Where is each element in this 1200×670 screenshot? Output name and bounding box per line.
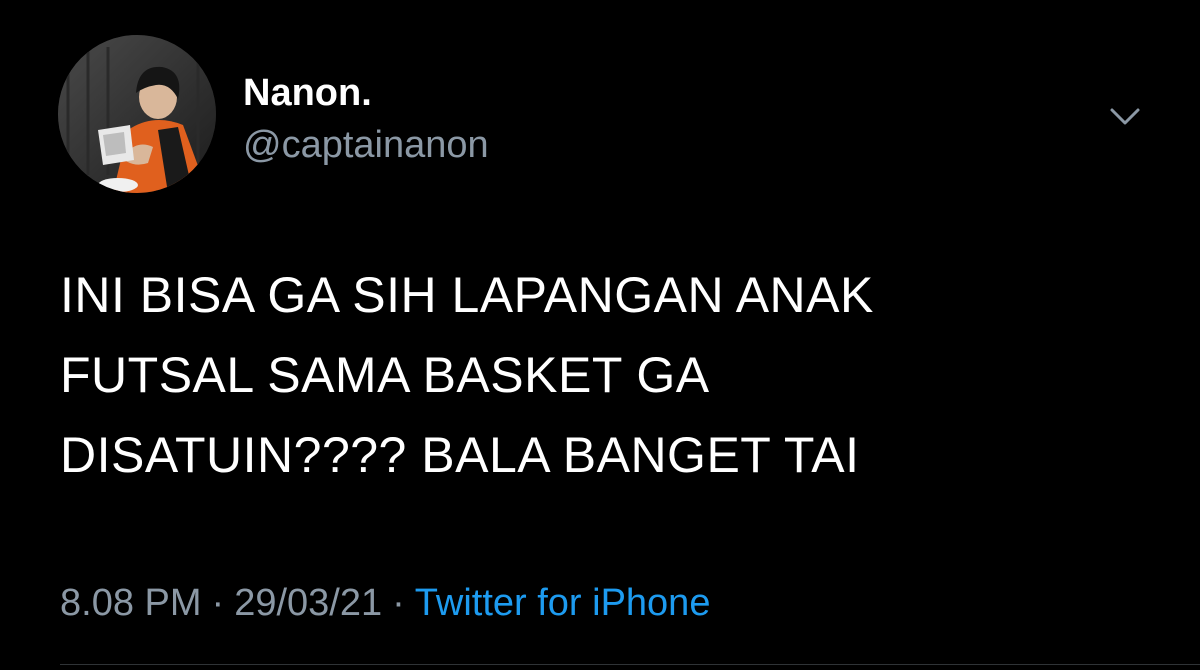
tweet-text: INI BISA GA SIH LAPANGAN ANAK FUTSAL SAM… [60, 255, 1160, 495]
tweet-text-line: FUTSAL SAMA BASKET GA [60, 347, 710, 403]
divider [60, 664, 1200, 665]
meta-separator: · [392, 582, 405, 624]
chevron-down-icon [1110, 108, 1140, 125]
tweet-source-link[interactable]: Twitter for iPhone [415, 582, 711, 624]
avatar[interactable] [58, 35, 216, 193]
user-handle[interactable]: @captainanon [243, 122, 489, 168]
tweet-date[interactable]: 29/03/21 [234, 582, 382, 624]
tweet-menu-button[interactable] [1104, 100, 1146, 134]
tweet-time[interactable]: 8.08 PM [60, 582, 202, 624]
profile-photo-icon [58, 35, 216, 193]
tweet-card: Nanon. @captainanon INI BISA GA SIH LAPA… [0, 0, 1200, 670]
tweet-text-line: INI BISA GA SIH LAPANGAN ANAK [60, 267, 874, 323]
tweet-text-line: DISATUIN???? BALA BANGET TAI [60, 427, 860, 483]
display-name[interactable]: Nanon. [243, 70, 372, 116]
meta-separator: · [211, 582, 225, 624]
tweet-metadata: 8.08 PM · 29/03/21 · Twitter for iPhone [60, 580, 710, 626]
